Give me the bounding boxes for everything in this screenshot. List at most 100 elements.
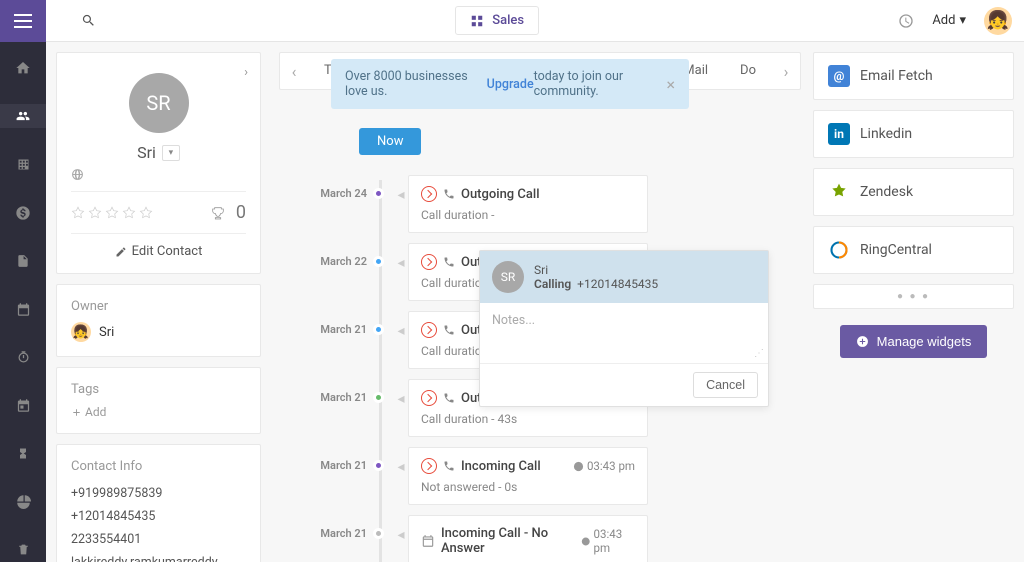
- widgets-column: @Email Fetch in Linkedin Zendesk RingCentral…: [809, 42, 1024, 562]
- contact-info-card: Contact Info +919989875839+1201484543522…: [56, 444, 261, 562]
- widget-label: RingCentral: [860, 242, 932, 258]
- activity-icon[interactable]: [898, 13, 914, 29]
- profile-card: › SR Sri ▾ 0: [56, 52, 261, 274]
- cancel-button[interactable]: Cancel: [693, 372, 758, 398]
- phone-icon: [443, 392, 455, 404]
- tab-scroll-right[interactable]: ›: [772, 62, 800, 81]
- add-button[interactable]: Add ▾: [932, 13, 966, 28]
- banner-close[interactable]: ×: [666, 75, 675, 94]
- timeline-row: March 24◂Outgoing CallCall duration -: [319, 175, 801, 233]
- contact-info-item[interactable]: +12014845435: [71, 505, 246, 528]
- phone-icon: [443, 188, 455, 200]
- timeline-time: 03:43 pm: [581, 527, 635, 555]
- nav-documents[interactable]: [0, 249, 46, 273]
- nav-calendar[interactable]: [0, 297, 46, 321]
- timeline-title: Outgoing Call: [461, 187, 540, 202]
- upgrade-banner: Over 8000 businesses love us. Upgrade to…: [331, 59, 689, 109]
- tab-documents[interactable]: Do: [724, 52, 772, 90]
- widget-zendesk[interactable]: Zendesk: [813, 168, 1014, 216]
- timeline-card-arrow: ◂: [394, 311, 408, 339]
- chevron-right-icon[interactable]: ›: [244, 65, 248, 80]
- timeline-dot: [373, 256, 384, 267]
- timeline-card-arrow: ◂: [394, 379, 408, 407]
- timeline-date: March 22: [319, 243, 367, 268]
- resize-handle-icon[interactable]: ⋰: [754, 348, 764, 359]
- call-direction-icon: [421, 254, 437, 270]
- linkedin-icon: in: [828, 123, 850, 145]
- rating-stars[interactable]: [71, 206, 153, 220]
- contact-info-item[interactable]: lakkireddy.ramkumarreddy: [71, 551, 246, 562]
- module-selector[interactable]: Sales: [455, 6, 539, 35]
- globe-icon[interactable]: [71, 168, 246, 181]
- timeline-dot: [373, 460, 384, 471]
- call-direction-icon: [421, 458, 437, 474]
- nav-events[interactable]: [0, 393, 46, 417]
- owner-card: Owner 👧 Sri: [56, 284, 261, 357]
- widget-linkedin[interactable]: in Linkedin: [813, 110, 1014, 158]
- contact-sidebar: › SR Sri ▾ 0: [46, 42, 271, 562]
- widget-dots[interactable]: ● ● ●: [813, 284, 1014, 309]
- profile-dropdown[interactable]: ▾: [162, 145, 180, 161]
- timeline-card-arrow: ◂: [394, 515, 408, 543]
- timeline-card-arrow: ◂: [394, 175, 408, 203]
- timeline-card[interactable]: Incoming Call - No Answer 03:43 pm: [408, 515, 648, 562]
- score-value: 0: [236, 202, 246, 223]
- timeline-date: March 21: [319, 311, 367, 336]
- tags-card: Tags Add: [56, 367, 261, 434]
- manage-widgets-button[interactable]: Manage widgets: [840, 325, 988, 358]
- phone-icon: [443, 460, 455, 472]
- left-nav: [0, 42, 46, 562]
- widget-label: Linkedin: [860, 126, 912, 142]
- call-popup-number: +12014845435: [577, 277, 658, 291]
- zendesk-icon: [828, 181, 850, 203]
- user-avatar[interactable]: 👧: [984, 7, 1012, 35]
- module-label: Sales: [492, 13, 524, 28]
- timeline-sub: Call duration -: [421, 208, 635, 222]
- search-button[interactable]: [46, 13, 96, 28]
- nav-home[interactable]: [0, 56, 46, 80]
- timeline-row: March 21◂Incoming Call - No Answer 03:43…: [319, 515, 801, 562]
- profile-name: Sri: [137, 143, 156, 162]
- timeline-date: March 21: [319, 515, 367, 540]
- edit-contact-button[interactable]: Edit Contact: [71, 233, 246, 259]
- timeline-row: March 21◂Incoming Call 03:43 pmNot answe…: [319, 447, 801, 505]
- widget-email[interactable]: @Email Fetch: [813, 52, 1014, 100]
- widget-ringcentral[interactable]: RingCentral: [813, 226, 1014, 274]
- call-direction-icon: [421, 390, 437, 406]
- call-popup-status: Calling: [534, 277, 571, 291]
- phone-icon: [443, 256, 455, 268]
- add-tag-button[interactable]: Add: [71, 405, 246, 419]
- top-bar: Sales Add ▾ 👧: [0, 0, 1024, 42]
- call-direction-icon: [421, 186, 437, 202]
- timeline-panel: ‹ Time s Mail Do › Over 8000 businesses …: [271, 42, 809, 562]
- hamburger-menu[interactable]: [0, 0, 46, 42]
- timeline-title: Incoming Call - No Answer: [441, 526, 575, 556]
- nav-trash[interactable]: [0, 538, 46, 562]
- timeline-title: Incoming Call: [461, 459, 541, 474]
- caret-down-icon: ▾: [959, 13, 966, 28]
- calendar-icon: [421, 534, 435, 548]
- timeline-card[interactable]: Incoming Call 03:43 pmNot answered - 0s: [408, 447, 648, 505]
- nav-reports[interactable]: [0, 490, 46, 514]
- tab-scroll-left[interactable]: ‹: [280, 62, 308, 81]
- timeline-dot: [373, 188, 384, 199]
- nav-tags[interactable]: [0, 442, 46, 466]
- timeline-dot: [373, 528, 384, 539]
- contact-info-item[interactable]: 2233554401: [71, 528, 246, 551]
- upgrade-link[interactable]: Upgrade: [487, 77, 534, 92]
- timeline-card-arrow: ◂: [394, 447, 408, 475]
- now-badge: Now: [359, 128, 421, 155]
- timeline-dot: [373, 392, 384, 403]
- contact-info-label: Contact Info: [71, 459, 246, 474]
- timeline-card[interactable]: Outgoing Call Call duration -: [408, 175, 648, 233]
- widget-label: Email Fetch: [860, 68, 933, 84]
- ringcentral-icon: [828, 239, 850, 261]
- nav-timer[interactable]: [0, 345, 46, 369]
- tags-label: Tags: [71, 382, 246, 397]
- nav-contacts[interactable]: [0, 104, 46, 128]
- nav-companies[interactable]: [0, 152, 46, 176]
- contact-info-item[interactable]: +919989875839: [71, 482, 246, 505]
- nav-deals[interactable]: [0, 201, 46, 225]
- call-notes-input[interactable]: Notes... ⋰: [480, 303, 768, 363]
- timeline-dot: [373, 324, 384, 335]
